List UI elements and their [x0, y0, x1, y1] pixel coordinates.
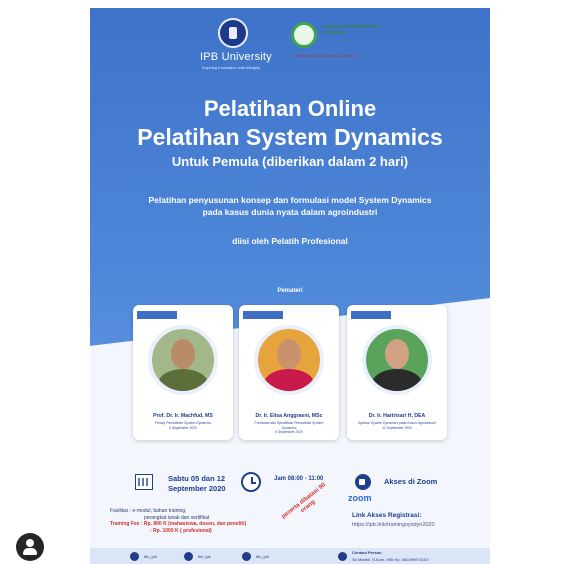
user-icon — [26, 539, 34, 547]
speaker-card: Prof. Dr. Ir. Machfud, MS Prinsip Pemode… — [133, 305, 233, 440]
instagram-icon[interactable] — [130, 552, 139, 561]
schedule-date-line: September 2020 — [168, 484, 226, 493]
video-camera-icon — [355, 474, 371, 490]
facebook-icon[interactable] — [184, 552, 193, 561]
poster-subtitle: Pelatihan System Dynamics — [137, 124, 443, 150]
poster-title: Pelatihan Online — [203, 96, 377, 121]
ipb-logo-icon — [218, 18, 248, 48]
clock-icon — [241, 472, 261, 492]
speaker-photo-icon — [254, 325, 324, 395]
poster-subtitle-note: Untuk Pemula (diberikan dalam 2 hari) — [171, 154, 409, 169]
social-handle[interactable]: ftin_ipb — [144, 554, 157, 559]
facilities-line: perangkat lunak dan sertifikat — [144, 514, 210, 521]
speaker-card: Dr. Ir. Hartrisari H, DEA Aplikasi Syste… — [347, 305, 447, 440]
schedule-date: Sabtu 05 dan 12 September 2020 — [168, 474, 226, 494]
profile-avatar[interactable] — [16, 533, 44, 561]
registration-label: Link Akses Registrasi: — [352, 512, 422, 519]
facilities-info: Fasilitas : e-modul, bahan training, per… — [110, 508, 280, 534]
speaker-date: 12 September 2020 — [382, 425, 412, 430]
speakers-heading: Pemateri — [277, 288, 303, 294]
facilities-line: Fasilitas : e-modul, bahan training, — [110, 508, 187, 514]
twitter-icon[interactable] — [242, 552, 251, 561]
contact-label: Contact Person — [352, 550, 382, 555]
ipb-tagline: Inspiring Innovation with Integrity — [202, 65, 261, 70]
speaker-name: Dr. Ir. Hartrisari H, DEA — [368, 413, 426, 419]
speaker-card: Dr. Ir. Elisa Anggraeni, MSc Formulasi d… — [239, 305, 339, 440]
ipb-name: IPB University — [200, 51, 272, 63]
speaker-card-accent — [137, 311, 177, 319]
description-line: pada kasus dunia nyata dalam agroindustr… — [202, 207, 378, 217]
speaker-card-accent — [243, 311, 283, 319]
fee-line: : Rp. 1000 K ( profesional) — [150, 527, 212, 534]
registration-link[interactable]: https://ipb.link/trainingsysdyn2020 — [352, 522, 435, 529]
poster-byline: diisi oleh Pelatih Profesional — [232, 236, 348, 246]
schedule-date-line: Sabtu 05 dan 12 — [168, 474, 226, 483]
social-handle[interactable]: ftin_ipb — [198, 554, 211, 559]
speaker-date: 5 September 2020 — [169, 425, 197, 430]
speaker-card-accent — [351, 311, 391, 319]
zoom-logo: zoom — [348, 493, 372, 503]
user-icon-body — [23, 548, 37, 555]
association-logo-icon — [291, 22, 317, 48]
poster-description: Pelatihan penyusunan konsep dan formulas… — [90, 194, 490, 218]
speaker-topic: Prinsip Pemodelan System Dynamics 5 Sept… — [141, 421, 225, 430]
speaker-topic: Aplikasi System Dynamics pada Kasus Agro… — [355, 421, 439, 430]
speaker-name: Prof. Dr. Ir. Machfud, MS — [153, 413, 213, 419]
platform-label: Akses di Zoom — [384, 477, 438, 486]
speaker-topic-text: Formulasi dan Spesifikasi Pemodelan Syst… — [254, 421, 324, 430]
speaker-name: Dr. Ir. Elisa Anggraeni, MSc — [255, 413, 323, 419]
speaker-topic-text: Aplikasi System Dynamics pada Kasus Agro… — [358, 421, 436, 425]
whatsapp-icon[interactable] — [338, 552, 347, 561]
speaker-topic: Formulasi dan Spesifikasi Pemodelan Syst… — [247, 421, 331, 435]
calendar-icon — [135, 474, 153, 490]
training-poster: IPB University Inspiring Innovation with… — [90, 8, 490, 564]
schedule-time: Jam 08:00 - 11:00 — [274, 476, 324, 482]
social-handle[interactable]: ftin_ipb — [256, 554, 269, 559]
fee-line: Training Fee : Rp. 800 K (mahasiswa, dos… — [110, 521, 247, 528]
speaker-photo-icon — [148, 325, 218, 395]
association-name: ASOSIASI AGROINDUSTRI INDONESIA — [322, 24, 380, 35]
speaker-photo-icon — [362, 325, 432, 395]
association-tagline: Professional Agroindustry Association — [293, 54, 357, 58]
speaker-date: 5 September 2020 — [275, 430, 303, 434]
contact-value: Sri Martini, S.Kom, MSi Hp. 081599970103 — [352, 557, 429, 562]
description-line: Pelatihan penyusunan konsep dan formulas… — [148, 195, 432, 205]
